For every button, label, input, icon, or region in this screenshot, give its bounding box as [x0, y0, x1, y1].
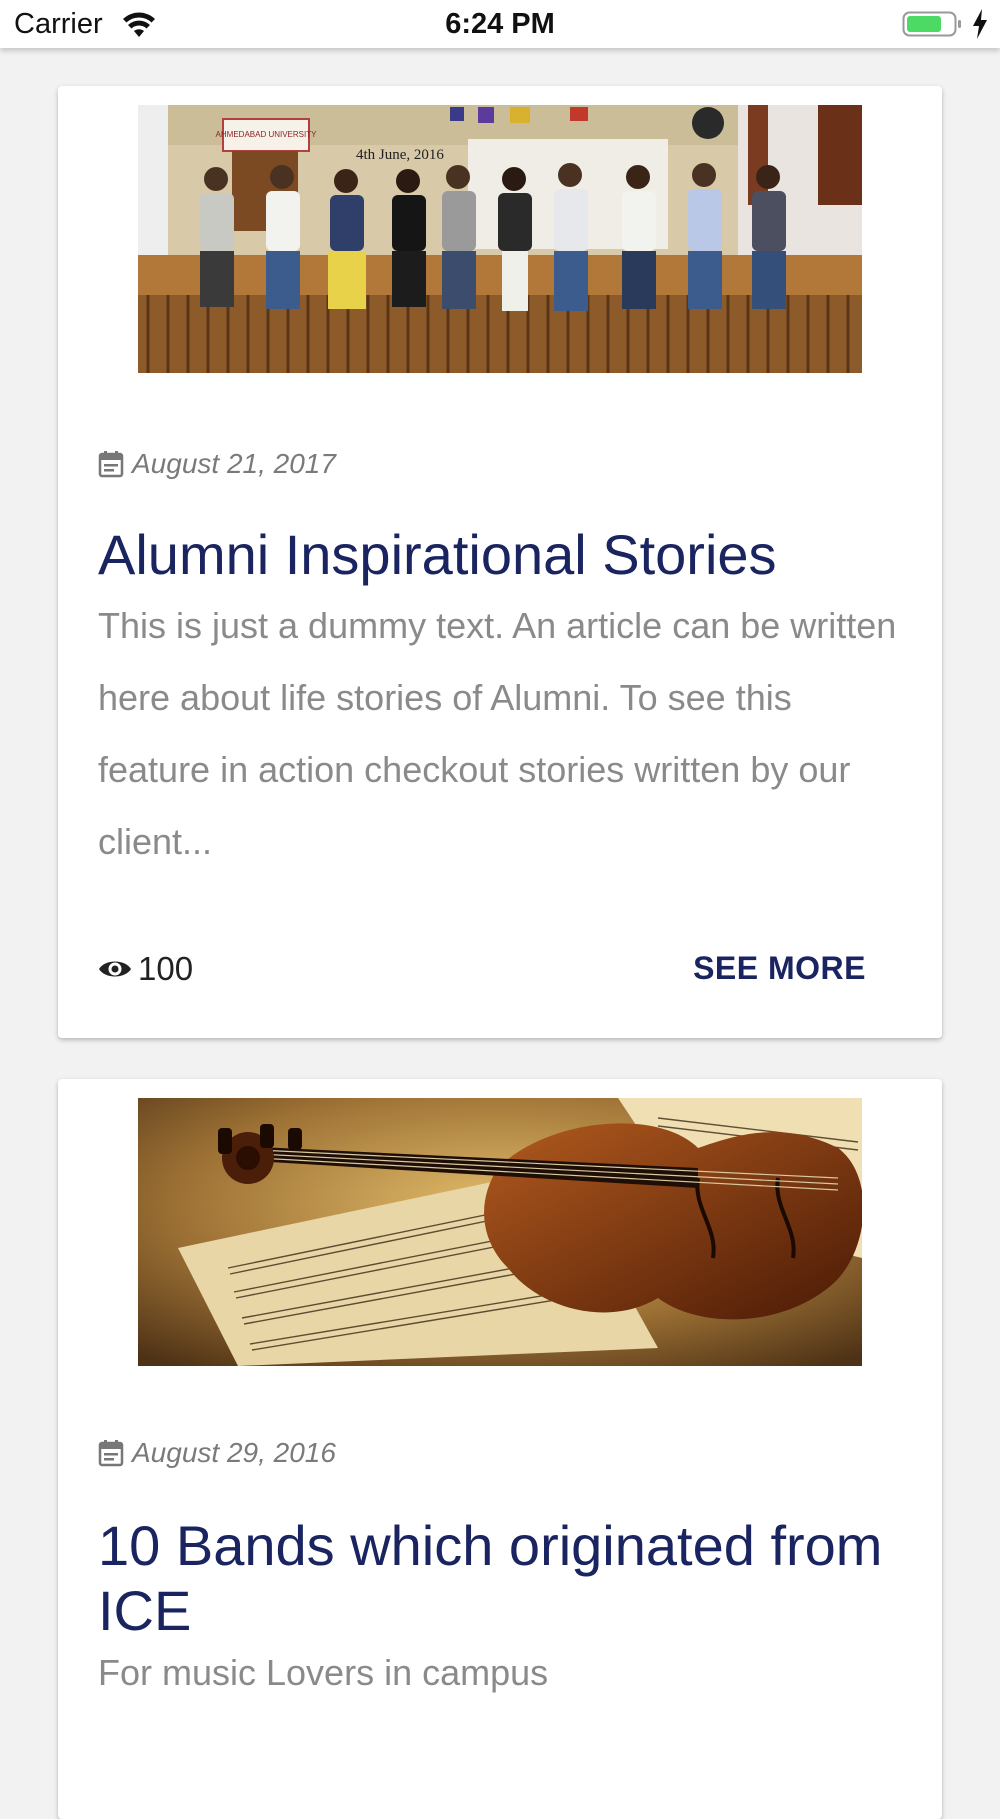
article-date: August 21, 2017 [132, 448, 336, 479]
image-logo-text: AHMEDABAD UNIVERSITY [216, 130, 318, 139]
eye-icon [99, 961, 131, 977]
article-card[interactable]: AHMEDABAD UNIVERSITY 4th June, 2016 Augu… [58, 86, 942, 1038]
article-title[interactable]: 10 Bands which originated from ICE [98, 1513, 918, 1643]
alumni-group-photo: AHMEDABAD UNIVERSITY 4th June, 2016 [138, 105, 862, 373]
status-bar: Carrier 6:24 PM [0, 0, 1000, 48]
article-date-row: August 29, 2016 [98, 1433, 336, 1473]
article-date-row: August 21, 2017 [98, 444, 336, 484]
see-more-button[interactable]: SEE MORE [693, 950, 866, 987]
clock: 6:24 PM [445, 8, 555, 40]
charging-bolt-icon [973, 9, 987, 39]
battery-icon [902, 11, 961, 37]
calendar-icon [98, 1440, 124, 1467]
image-banner-text: 4th June, 2016 [356, 147, 444, 163]
article-excerpt: For music Lovers in campus [98, 1652, 549, 1693]
article-image-violin [138, 1098, 862, 1366]
article-excerpt: This is just a dummy text. An article ca… [98, 605, 897, 862]
article-card[interactable]: August 29, 2016 10 Bands which originate… [58, 1079, 942, 1819]
calendar-icon [98, 451, 124, 478]
violin-sheet-music-photo [138, 1098, 862, 1366]
article-image-alumni: AHMEDABAD UNIVERSITY 4th June, 2016 [138, 105, 862, 373]
article-title[interactable]: Alumni Inspirational Stories [98, 522, 918, 587]
article-date: August 29, 2016 [132, 1437, 336, 1468]
views-count: 100 [138, 950, 194, 987]
views-counter: 100 [98, 946, 193, 992]
